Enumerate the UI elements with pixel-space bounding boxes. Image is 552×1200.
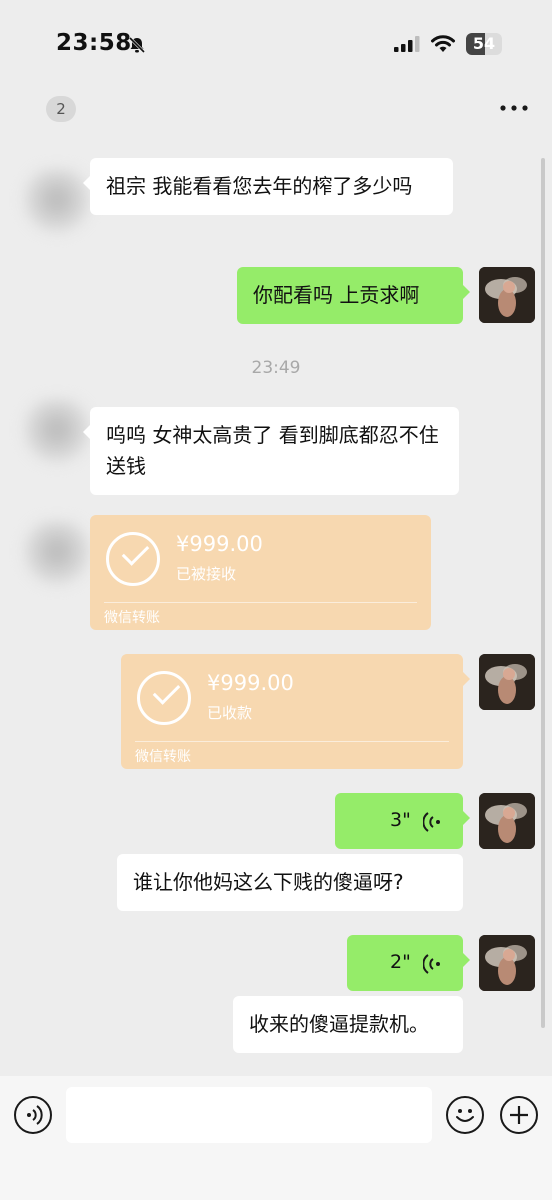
check-circle-icon: [137, 671, 191, 725]
transfer-amount: ¥999.00: [207, 671, 294, 695]
message-bubble[interactable]: 谁让你他妈这么下贱的傻逼呀?: [117, 854, 463, 911]
back-unread-badge[interactable]: 2: [46, 96, 76, 122]
avatar-image: [479, 267, 535, 323]
time-separator: 23:49: [251, 358, 301, 378]
cellular-signal-icon: [394, 36, 420, 52]
message-text: 你配看吗 上贡求啊: [253, 283, 420, 307]
voice-wave-icon: [423, 954, 440, 974]
battery-level: 54: [472, 34, 496, 53]
avatar-image: [479, 654, 535, 710]
status-time: 23:58: [56, 30, 132, 56]
message-text: 呜呜 女神太高贵了 看到脚底都忍不住送钱: [106, 423, 439, 478]
avatar-image: [479, 935, 535, 991]
transfer-status: 已收款: [207, 704, 253, 722]
my-avatar[interactable]: [479, 267, 535, 323]
voice-input-button[interactable]: [14, 1096, 52, 1134]
scrollbar[interactable]: [541, 158, 545, 1028]
message-bubble-incoming[interactable]: 祖宗 我能看看您去年的榨了多少吗: [83, 158, 453, 215]
transfer-divider: [104, 602, 417, 603]
my-avatar[interactable]: [479, 935, 535, 991]
my-avatar[interactable]: [479, 793, 535, 849]
transfer-amount: ¥999.00: [176, 532, 263, 556]
voice-message-outgoing[interactable]: 3": [335, 793, 470, 849]
emoji-button[interactable]: [446, 1096, 484, 1134]
message-input[interactable]: [66, 1087, 432, 1143]
voice-input-icon: [27, 1105, 43, 1125]
transfer-status: 已被接收: [176, 565, 237, 583]
transfer-card-outgoing[interactable]: ¥999.00 已收款 微信转账: [121, 654, 470, 769]
transfer-label: 微信转账: [135, 749, 191, 765]
transfer-label: 微信转账: [104, 610, 160, 626]
contact-avatar[interactable]: [22, 168, 92, 238]
contact-avatar[interactable]: [22, 520, 92, 590]
battery-indicator: 54: [466, 33, 502, 55]
check-circle-icon: [106, 532, 160, 586]
my-avatar[interactable]: [479, 654, 535, 710]
bell-off-icon: [128, 36, 146, 54]
more-dots-icon[interactable]: [498, 98, 530, 118]
wifi-icon: [431, 35, 455, 52]
voice-duration: 2": [390, 951, 411, 973]
transfer-divider: [135, 741, 449, 742]
message-bubble-incoming[interactable]: 呜呜 女神太高贵了 看到脚底都忍不住送钱: [83, 407, 459, 495]
avatar-image: [479, 793, 535, 849]
voice-message-outgoing[interactable]: 2": [347, 935, 470, 991]
voice-wave-icon: [423, 812, 440, 832]
emoji-icon: [456, 1109, 474, 1122]
voice-duration: 3": [390, 809, 411, 831]
plus-icon: [510, 1106, 528, 1124]
transfer-card-incoming[interactable]: ¥999.00 已被接收 微信转账: [90, 515, 431, 630]
contact-avatar[interactable]: [22, 398, 92, 468]
message-text: 谁让你他妈这么下贱的傻逼呀?: [133, 870, 404, 894]
plus-button[interactable]: [500, 1096, 538, 1134]
message-bubble[interactable]: 收来的傻逼提款机。: [233, 996, 463, 1053]
message-text: 祖宗 我能看看您去年的榨了多少吗: [106, 174, 413, 198]
message-text: 收来的傻逼提款机。: [249, 1012, 429, 1036]
message-bubble-outgoing[interactable]: 你配看吗 上贡求啊: [237, 267, 470, 324]
